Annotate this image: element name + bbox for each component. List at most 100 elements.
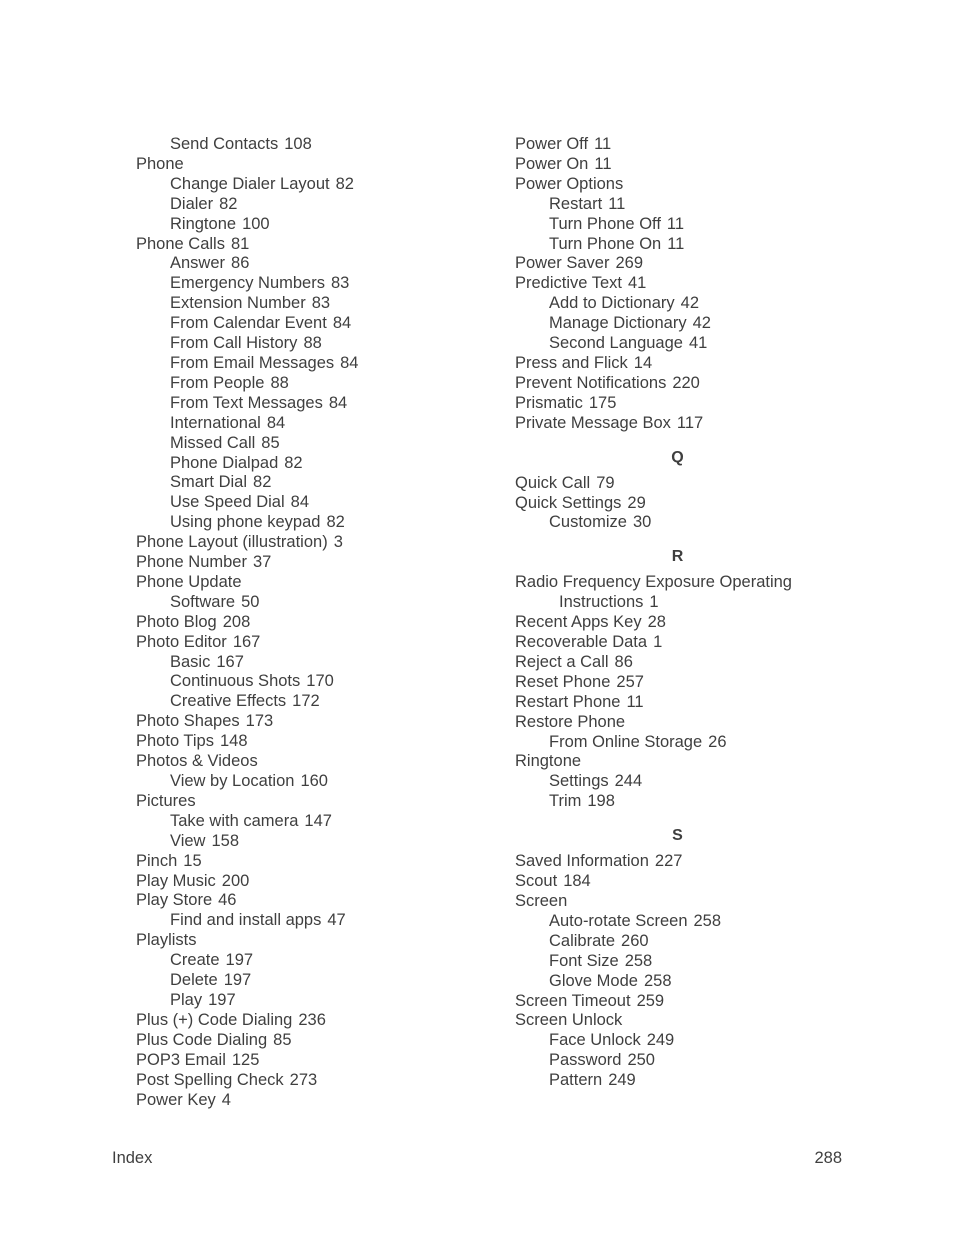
index-page-ref[interactable]: 244 (615, 772, 643, 790)
index-page-ref[interactable]: 170 (306, 672, 334, 690)
index-page-ref[interactable]: 29 (627, 494, 645, 512)
index-page-ref[interactable]: 84 (329, 394, 347, 412)
index-page-ref[interactable]: 82 (326, 513, 344, 531)
index-page-ref[interactable]: 85 (261, 434, 279, 452)
index-page-ref[interactable]: 172 (292, 692, 320, 710)
index-subentry: Take with camera 147 (136, 812, 486, 832)
index-page-ref[interactable]: 197 (224, 971, 252, 989)
index-page-ref[interactable]: 11 (594, 135, 611, 153)
index-page-ref[interactable]: 3 (334, 533, 343, 551)
index-page-ref[interactable]: 11 (608, 195, 625, 213)
index-page-ref[interactable]: 167 (216, 653, 244, 671)
index-page-ref[interactable]: 28 (648, 613, 666, 631)
index-page-ref[interactable]: 258 (694, 912, 722, 930)
index-term: Restart (549, 194, 603, 213)
index-page-ref[interactable]: 1 (649, 593, 658, 611)
index-page-ref[interactable]: 269 (615, 254, 643, 272)
index-page-ref[interactable]: 84 (333, 314, 351, 332)
index-subentry: Auto-rotate Screen 258 (515, 912, 875, 932)
index-page-ref[interactable]: 50 (241, 593, 259, 611)
index-page-ref[interactable]: 37 (253, 553, 271, 571)
index-page-ref[interactable]: 81 (231, 235, 249, 253)
index-page-ref[interactable]: 100 (242, 215, 270, 233)
index-page-ref[interactable]: 15 (183, 852, 201, 870)
index-page-ref[interactable]: 86 (231, 254, 249, 272)
index-page-ref[interactable]: 88 (303, 334, 321, 352)
index-page-ref[interactable]: 84 (267, 414, 285, 432)
index-page-ref[interactable]: 82 (253, 473, 271, 491)
index-subentry: Use Speed Dial 84 (136, 493, 486, 513)
index-page-ref[interactable]: 11 (626, 693, 643, 711)
index-page-ref[interactable]: 147 (304, 812, 332, 830)
index-page-ref[interactable]: 4 (222, 1091, 231, 1109)
index-page-ref[interactable]: 175 (589, 394, 617, 412)
index-page-ref[interactable]: 41 (628, 274, 646, 292)
index-page-ref[interactable]: 79 (596, 474, 614, 492)
index-page-ref[interactable]: 173 (246, 712, 274, 730)
index-page-ref[interactable]: 198 (587, 792, 615, 810)
index-page-ref[interactable]: 197 (208, 991, 236, 1009)
index-page-ref[interactable]: 249 (647, 1031, 675, 1049)
index-page-ref[interactable]: 108 (284, 135, 312, 153)
index-term: Send Contacts (170, 135, 279, 153)
index-page-ref[interactable]: 82 (219, 195, 237, 213)
index-term: Emergency Numbers (170, 274, 325, 293)
index-page-ref[interactable]: 125 (232, 1051, 260, 1069)
index-page-ref[interactable]: 84 (291, 493, 309, 511)
index-page-ref[interactable]: 84 (340, 354, 358, 372)
index-subentry: Create 197 (136, 951, 486, 971)
index-page-ref[interactable]: 250 (627, 1051, 655, 1069)
index-page-ref[interactable]: 257 (616, 673, 644, 691)
index-page-ref[interactable]: 41 (689, 334, 707, 352)
index-page-ref[interactable]: 259 (637, 992, 665, 1010)
index-page-ref[interactable]: 184 (563, 872, 591, 890)
index-page-ref[interactable]: 83 (312, 294, 330, 312)
index-page-ref[interactable]: 83 (331, 274, 349, 292)
index-page-ref[interactable]: 200 (222, 872, 250, 890)
index-page-ref[interactable]: 258 (625, 952, 653, 970)
index-page-ref[interactable]: 88 (270, 374, 288, 392)
index-page-ref[interactable]: 42 (693, 314, 711, 332)
index-page-ref[interactable]: 82 (284, 454, 302, 472)
index-page-ref[interactable]: 11 (594, 155, 611, 173)
index-page-ref[interactable]: 11 (667, 215, 684, 233)
index-page-ref[interactable]: 14 (634, 354, 652, 372)
index-subentry: Glove Mode 258 (515, 972, 875, 992)
index-page-ref[interactable]: 85 (273, 1031, 291, 1049)
index-page-ref[interactable]: 47 (327, 911, 345, 929)
index-page-ref[interactable]: 86 (615, 653, 633, 671)
index-page-ref[interactable]: 197 (226, 951, 254, 969)
index-page-ref[interactable]: 236 (298, 1011, 326, 1029)
index-page-ref[interactable]: 42 (681, 294, 699, 312)
index-page-ref[interactable]: 82 (336, 175, 354, 193)
index-subentry: Ringtone 100 (136, 215, 486, 235)
index-page-ref[interactable]: 30 (633, 513, 651, 531)
index-entry: Photo Editor 167 (136, 633, 486, 653)
index-column-right: Power Off 11 Power On 11 Power Options Restar… (515, 135, 875, 1091)
index-page-ref[interactable]: 1 (653, 633, 662, 651)
index-subentry: Phone Dialpad 82 (136, 454, 486, 474)
index-page-ref[interactable]: 208 (223, 613, 251, 631)
index-term: Post Spelling Check (136, 1070, 284, 1089)
index-page-ref[interactable]: 11 (667, 235, 684, 253)
index-page-ref[interactable]: 46 (218, 891, 236, 909)
index-page-ref[interactable]: 26 (708, 733, 726, 751)
index-letter-heading: R (671, 548, 684, 566)
index-page-ref[interactable]: 258 (644, 972, 672, 990)
index-page-ref[interactable]: 160 (300, 772, 328, 790)
index-term: Basic (170, 652, 211, 671)
index-page-ref[interactable]: 148 (220, 732, 248, 750)
index-page-ref[interactable]: 117 (677, 414, 703, 432)
index-page-ref[interactable]: 220 (672, 374, 700, 392)
index-subentry: Calibrate 260 (515, 932, 875, 952)
index-page-ref[interactable]: 158 (211, 832, 239, 850)
index-entry: Photo Tips 148 (136, 732, 486, 752)
index-term: POP3 Email (136, 1050, 226, 1069)
index-term: Take with camera (170, 811, 299, 830)
index-page-ref[interactable]: 273 (290, 1071, 318, 1089)
index-page-ref[interactable]: 260 (621, 932, 649, 950)
index-page-ref[interactable]: 167 (233, 633, 261, 651)
index-page-ref[interactable]: 227 (655, 852, 683, 870)
index-term: Power Saver (515, 254, 610, 273)
index-page-ref[interactable]: 249 (608, 1071, 636, 1089)
